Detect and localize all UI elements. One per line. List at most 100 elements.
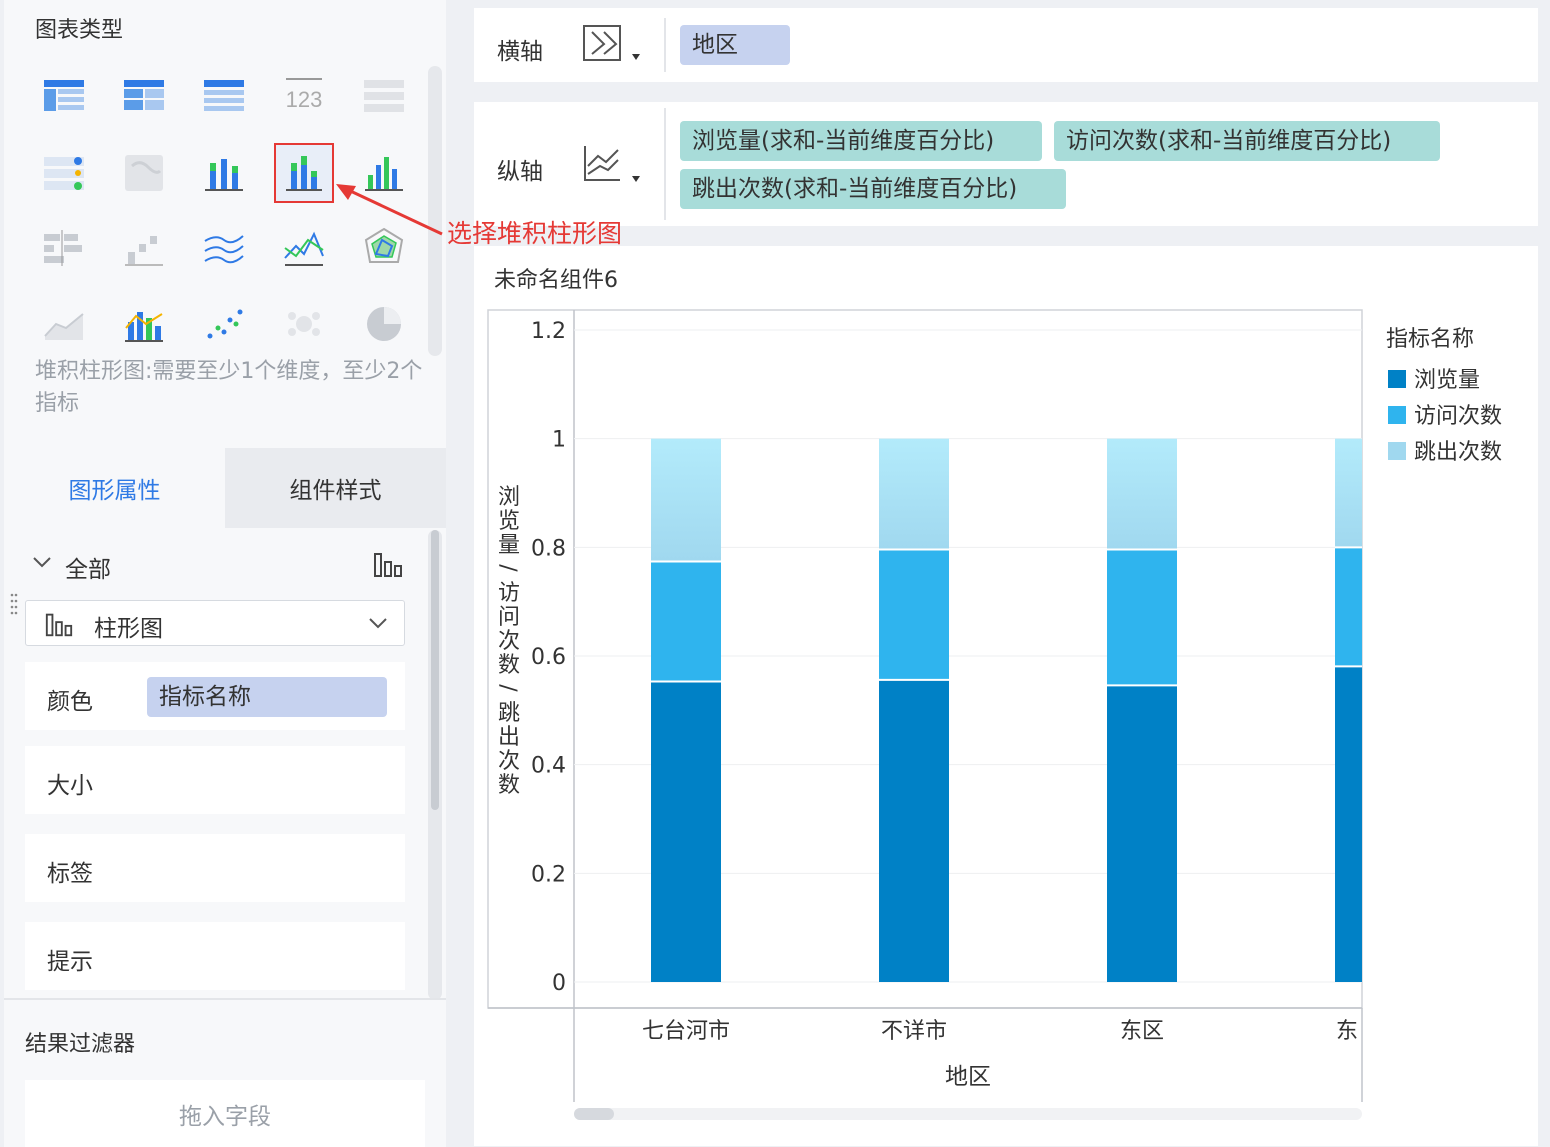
chart-type-area-icon[interactable] [34,294,94,354]
result-filter-title: 结果过滤器 [25,1032,136,1057]
bar-segment[interactable] [1107,685,1177,982]
divider [4,998,446,1000]
chart-widget: 未命名组件6 0 0.2 0.4 0.6 0.8 1 1.2 浏览量 / 访问次数 / 跳出次数七台河… [474,246,1538,1146]
chart-type-detail-table-icon[interactable] [194,66,254,126]
y-axis-title: 数 [498,653,520,678]
legend-swatch[interactable] [1388,406,1406,424]
property-scrollbar[interactable] [428,530,442,1000]
bar-segment[interactable] [1107,438,1177,550]
y-axis-label: 纵轴 [497,159,543,185]
chart-type-cross-table-icon[interactable] [114,66,174,126]
bar-segment[interactable] [879,438,949,550]
chart-type-dashboard-icon[interactable] [34,143,94,203]
chart-type-bar-line-icon[interactable] [114,294,174,354]
chart-h-scrollbar[interactable] [574,1108,1362,1120]
chart-type-map-icon[interactable] [114,143,174,203]
bar-chart-icon[interactable] [372,548,404,584]
y-field-pill-visits[interactable]: 访问次数(求和-当前维度百分比) [1054,121,1440,161]
chart-h-scrollbar-thumb[interactable] [574,1108,614,1120]
chart-type-table-icon[interactable] [34,66,94,126]
y-axis-title: 浏 [498,485,520,510]
label-clip-mask [1363,1010,1403,1050]
divider [664,108,666,220]
chart-type-kpi-list-icon[interactable] [354,66,414,126]
legend-item: 浏览量 [1414,368,1480,393]
chart-type-line-icon[interactable] [194,218,254,278]
y-axis-title: 览 [498,509,520,534]
tab-graph-properties[interactable]: 图形属性 [4,448,225,528]
y-tick-label: 0.8 [531,536,566,561]
chart-type-grouped-bar-icon[interactable] [194,143,254,203]
chart-type-horizontal-bar-icon[interactable] [34,218,94,278]
scrollbar-thumb[interactable] [431,530,439,810]
legend-item: 跳出次数 [1414,440,1502,465]
chart-type-pie-icon[interactable] [354,294,414,354]
tag-property[interactable]: 标签 [25,834,405,902]
tag-label: 标签 [47,861,93,887]
bar-segment[interactable] [1335,438,1362,548]
y-axis-title: 跳 [498,701,520,726]
legend-swatch[interactable] [1388,370,1406,388]
x-axis-type-icon[interactable] [582,24,654,72]
color-label: 颜色 [47,689,93,715]
bar-segment[interactable] [651,561,721,682]
legend-swatch[interactable] [1388,442,1406,460]
bar-segment[interactable] [1335,547,1362,667]
property-tabs: 图形属性 组件样式 [4,448,446,528]
chart-type-kpi-icon[interactable]: 123 [274,66,334,126]
chart-requirement-hint: 堆积柱形图:需要至少1个维度，至少2个指标 [35,359,423,416]
chart-type-waterfall-icon[interactable] [114,218,174,278]
bar-segment[interactable] [879,679,949,982]
chart-type-combo-line-icon[interactable] [274,218,334,278]
legend-item: 访问次数 [1414,404,1502,429]
x-field-pill[interactable]: 地区 [680,25,790,65]
size-property[interactable]: 大小 [25,746,405,814]
bar-chart-icon [44,609,74,643]
chevron-down-icon[interactable] [30,550,54,578]
x-tick-label: 七台河市 [642,1019,730,1044]
y-axis-title: 次 [498,749,520,774]
y-field-pill-views[interactable]: 浏览量(求和-当前维度百分比) [680,121,1042,161]
annotation-text: 选择堆积柱形图 [447,219,623,248]
y-axis-bar: 纵轴 浏览量(求和-当前维度百分比) 访问次数(求和-当前维度百分比) 跳出次数… [474,102,1538,226]
y-axis-title: 次 [498,629,520,654]
all-properties-row[interactable]: 全部 [4,540,424,590]
y-tick-label: 0.6 [531,645,566,670]
y-field-pill-bounces[interactable]: 跳出次数(求和-当前维度百分比) [680,169,1066,209]
bar-segment[interactable] [1107,549,1177,686]
y-tick-label: 1 [552,428,566,453]
bar-segment[interactable] [651,438,721,562]
chart-type-bubble-icon[interactable] [274,294,334,354]
x-axis-title: 地区 [945,1064,991,1090]
tab-component-style[interactable]: 组件样式 [225,448,446,528]
chart-type-scatter-icon[interactable] [194,294,254,354]
color-field-pill[interactable]: 指标名称 [147,677,387,717]
y-axis-title: 数 [498,773,520,798]
stacked-bar-chart: 00.20.40.60.811.2浏览量/访问次数/跳出次数七台河市 不详市 东区东… [487,308,1538,1120]
bar-segment[interactable] [1335,666,1362,982]
y-axis-type-icon[interactable] [582,144,654,192]
tooltip-property[interactable]: 提示 [25,922,405,990]
y-axis-title: / [495,564,520,572]
y-axis-title: 量 [498,533,520,558]
color-property[interactable]: 颜色 指标名称 [25,662,405,730]
x-tick-label: 不详市 [881,1019,947,1044]
legend-title: 指标名称 [1386,327,1474,352]
bar-segment[interactable] [651,681,721,982]
chart-kind-select[interactable]: 柱形图 [25,600,405,646]
divider [664,18,666,72]
drag-handle-icon[interactable] [10,592,18,620]
x-axis-label: 横轴 [497,39,543,65]
x-tick-label: 东 [1336,1019,1358,1044]
y-tick-label: 0.4 [531,754,566,779]
bar-segment[interactable] [879,549,949,680]
chart-types-title: 图表类型 [35,18,124,43]
filter-drop-zone[interactable]: 拖入字段 [25,1080,425,1147]
y-tick-label: 0.2 [531,862,566,887]
all-label: 全部 [65,557,111,583]
annotation-arrow-icon [336,184,443,236]
y-axis-title: 访 [498,581,520,606]
chart-type-stacked-bar-icon[interactable] [274,143,334,203]
y-tick-label: 0 [552,971,566,996]
y-tick-label: 1.2 [531,319,566,344]
